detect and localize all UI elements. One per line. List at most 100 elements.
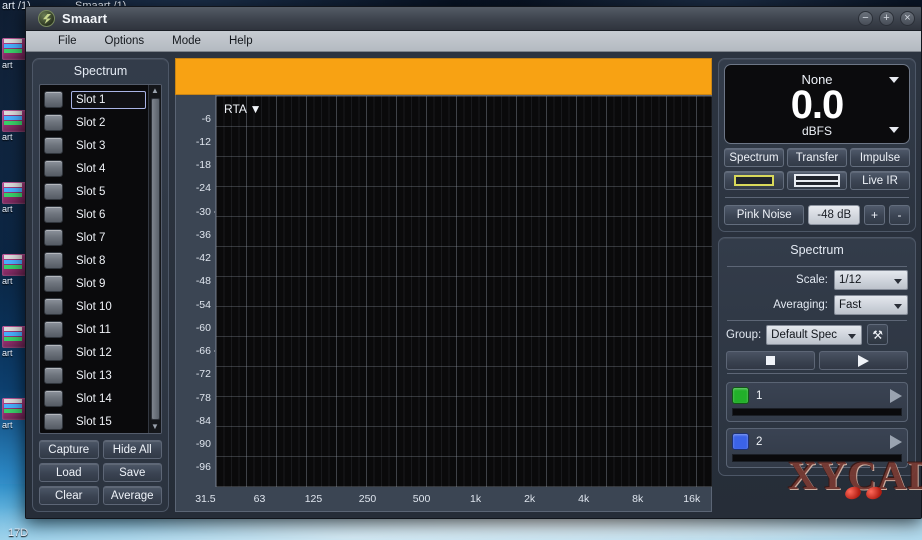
slot-row[interactable]: Slot 12 <box>44 341 146 364</box>
slot-visibility-toggle[interactable] <box>44 275 63 292</box>
slot-row[interactable]: Slot 13 <box>44 364 146 387</box>
slot-visibility-toggle[interactable] <box>44 321 63 338</box>
scrollbar-thumb[interactable] <box>150 98 160 420</box>
slot-row[interactable]: Slot 9 <box>44 272 146 295</box>
title-bar[interactable]: Smaart − + × <box>26 7 921 31</box>
tab-transfer[interactable]: Transfer <box>787 148 847 167</box>
channel-level-meter <box>732 454 902 462</box>
save-button[interactable]: Save <box>102 463 162 482</box>
averaging-row: Averaging: Fast <box>726 295 908 315</box>
slot-visibility-toggle[interactable] <box>44 252 63 269</box>
slot-label: Slot 8 <box>76 254 106 267</box>
slot-visibility-toggle[interactable] <box>44 114 63 131</box>
chevron-down-icon[interactable]: ▼ <box>250 102 262 116</box>
channel-strip[interactable]: 2 <box>726 428 908 468</box>
scroll-down-icon[interactable]: ▼ <box>151 423 159 431</box>
menu-help[interactable]: Help <box>217 34 265 48</box>
capture-button[interactable]: Capture <box>39 440 99 459</box>
spectrum-slots-panel: Spectrum Slot 1 Slot 2 Slot 3 Slot 4 Slot 5S… <box>32 58 169 512</box>
slot-label: Slot 15 <box>76 415 112 428</box>
single-pane-icon[interactable] <box>724 171 784 190</box>
slot-visibility-toggle[interactable] <box>44 344 63 361</box>
averaging-dropdown[interactable]: Fast <box>834 295 908 315</box>
slot-row[interactable]: Slot 10 <box>44 295 146 318</box>
channel-color-swatch[interactable] <box>732 387 749 404</box>
slot-row[interactable]: Slot 11 <box>44 318 146 341</box>
slot-visibility-toggle[interactable] <box>44 160 63 177</box>
channel-color-swatch[interactable] <box>732 433 749 450</box>
chevron-down-icon[interactable] <box>848 333 857 339</box>
slot-visibility-toggle[interactable] <box>44 367 63 384</box>
averaging-label: Averaging: <box>773 299 828 311</box>
chevron-down-icon[interactable] <box>894 279 902 284</box>
slot-visibility-toggle[interactable] <box>44 91 63 108</box>
play-icon[interactable] <box>890 434 902 449</box>
menu-mode[interactable]: Mode <box>160 34 213 48</box>
slot-row[interactable]: Slot 8 <box>44 249 146 272</box>
menu-file[interactable]: File <box>46 34 89 48</box>
slot-list-scrollbar[interactable]: ▲ ▼ <box>148 85 161 433</box>
menu-options[interactable]: Options <box>93 34 157 48</box>
close-button[interactable]: × <box>900 11 915 26</box>
tab-impulse[interactable]: Impulse <box>850 148 910 167</box>
y-axis-tick-label: -78 <box>195 391 211 404</box>
slot-visibility-toggle[interactable] <box>44 229 63 246</box>
slot-row[interactable]: Slot 4 <box>44 157 146 180</box>
average-button[interactable]: Average <box>102 486 162 505</box>
slot-row[interactable]: Slot 5 <box>44 180 146 203</box>
split-pane-icon[interactable] <box>787 171 847 190</box>
trace-selector[interactable]: RTA ▼ <box>224 102 261 116</box>
slot-row[interactable]: Slot 7 <box>44 226 146 249</box>
channel-header: 1 <box>732 387 902 404</box>
minimize-button[interactable]: − <box>858 11 873 26</box>
plot-grid-area[interactable]: RTA ▼ <box>215 95 712 487</box>
level-meter-display[interactable]: None 0.0 dBFS <box>724 64 910 144</box>
hide-all-button[interactable]: Hide All <box>102 440 162 459</box>
stop-button[interactable] <box>726 351 815 370</box>
tab-spectrum[interactable]: Spectrum <box>724 148 784 167</box>
scale-dropdown[interactable]: 1/12 <box>834 270 908 290</box>
x-axis-tick-label: 1k <box>470 493 482 505</box>
play-button[interactable] <box>819 351 908 370</box>
slot-visibility-toggle[interactable] <box>44 298 63 315</box>
noise-level-field[interactable]: -48 dB <box>808 205 860 225</box>
slot-visibility-toggle[interactable] <box>44 390 63 407</box>
load-button[interactable]: Load <box>39 463 99 482</box>
noise-increase-button[interactable]: + <box>864 205 885 225</box>
y-axis-tick-label: -18 <box>195 159 211 172</box>
x-axis-tick-label: 2k <box>524 493 536 505</box>
slot-row[interactable]: Slot 3 <box>44 134 146 157</box>
tools-icon[interactable]: ⚒ <box>867 324 889 345</box>
slot-row[interactable]: Slot 15 <box>44 410 146 433</box>
maximize-button[interactable]: + <box>879 11 894 26</box>
scroll-up-icon[interactable]: ▲ <box>151 87 159 95</box>
slot-row[interactable]: Slot 1 <box>44 88 146 111</box>
slot-row[interactable]: Slot 6 <box>44 203 146 226</box>
chevron-down-icon[interactable] <box>894 304 902 309</box>
pink-noise-button[interactable]: Pink Noise <box>724 205 805 225</box>
orange-status-banner[interactable] <box>175 58 712 95</box>
slot-visibility-toggle[interactable] <box>44 183 63 200</box>
clear-button[interactable]: Clear <box>39 486 99 505</box>
menu-bar: File Options Mode Help <box>26 31 921 52</box>
slot-label: Slot 1 <box>71 90 146 109</box>
slot-visibility-toggle[interactable] <box>44 206 63 223</box>
x-axis-tick-label: 31.5 <box>195 493 216 505</box>
y-axis-tick-label: -96 <box>195 461 211 474</box>
group-dropdown[interactable]: Default Spec <box>766 324 863 345</box>
y-axis-tick-label: -84 <box>195 414 211 427</box>
spectrum-settings-title: Spectrum <box>790 243 844 257</box>
slot-row[interactable]: Slot 2 <box>44 111 146 134</box>
live-ir-button[interactable]: Live IR <box>850 171 910 190</box>
panel-divider <box>725 197 909 198</box>
channel-strip[interactable]: 1 <box>726 382 908 422</box>
meter-unit-chevron-down-icon[interactable] <box>889 127 899 133</box>
slot-visibility-toggle[interactable] <box>44 137 63 154</box>
slot-action-buttons: Capture Hide All Load Save Clear Average <box>39 440 162 505</box>
play-icon <box>858 354 869 367</box>
slot-row[interactable]: Slot 14 <box>44 387 146 410</box>
slot-visibility-toggle[interactable] <box>44 413 63 430</box>
meter-source-chevron-down-icon[interactable] <box>889 77 899 83</box>
noise-decrease-button[interactable]: - <box>889 205 910 225</box>
play-icon[interactable] <box>890 388 902 403</box>
